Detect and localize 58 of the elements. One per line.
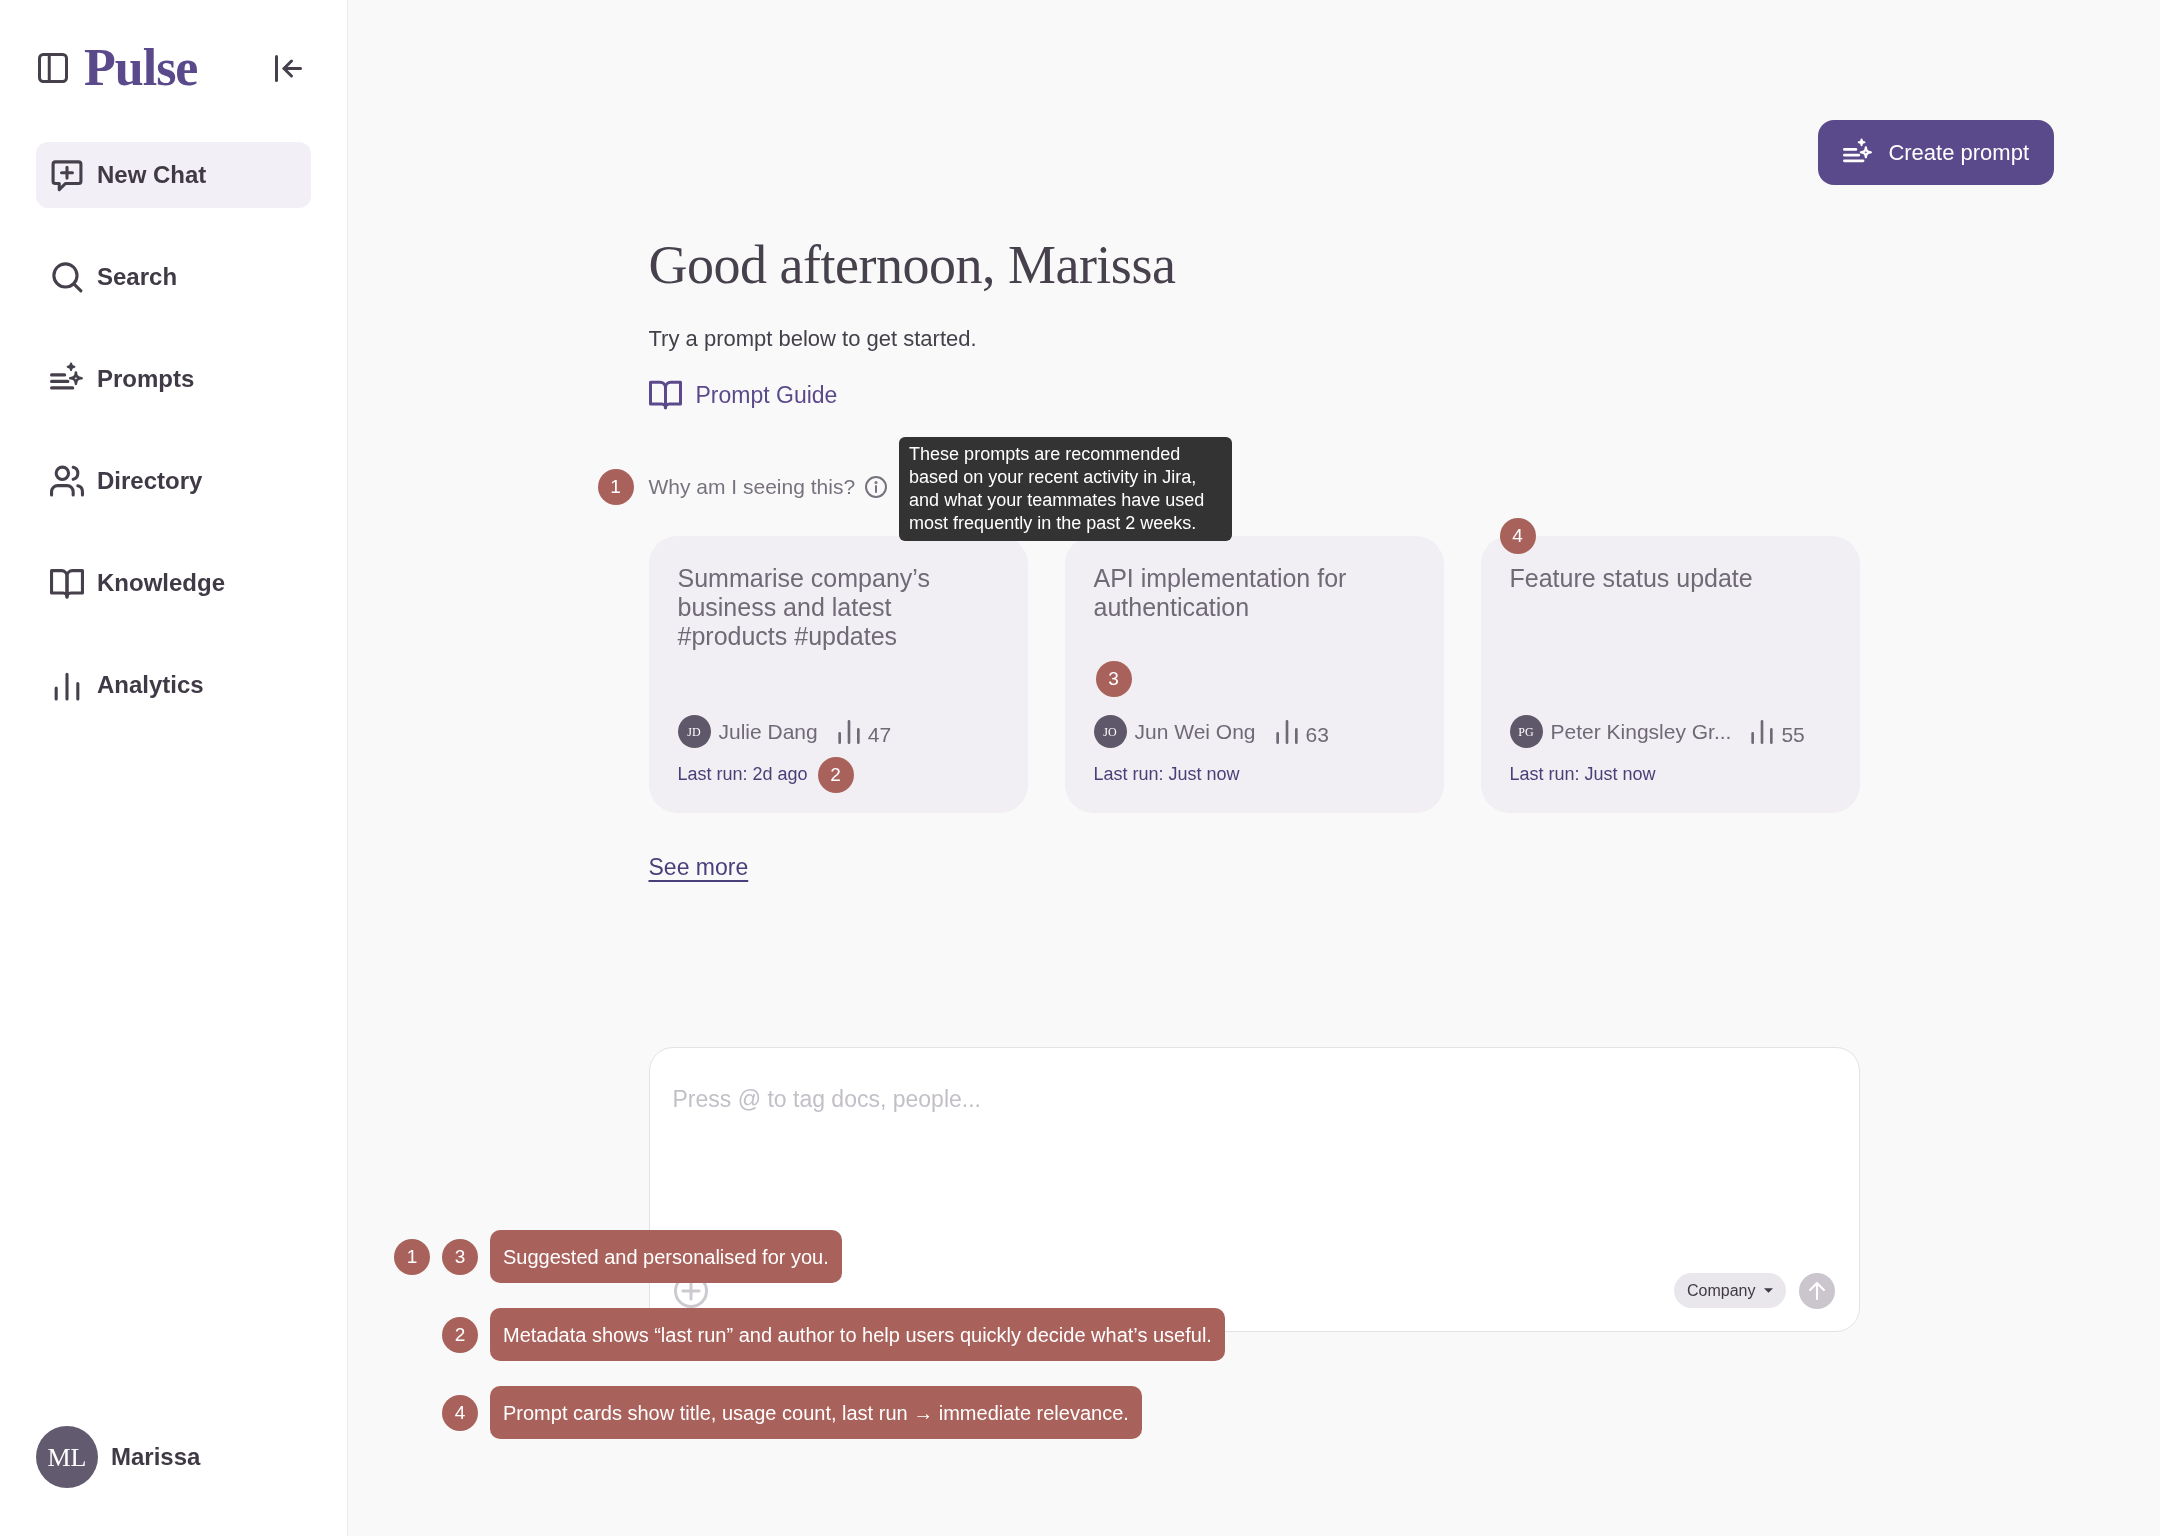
annotation-tooltip: Prompt cards show title, usage count, last run → immediate relevance. — [490, 1386, 1142, 1439]
sidebar-toggle-icon — [38, 53, 68, 83]
sidebar-nav-item[interactable]: New Chat — [36, 142, 311, 208]
annotation-marker: 3 — [442, 1238, 478, 1275]
annotation-marker: 3 — [1095, 660, 1132, 697]
book-icon — [50, 566, 84, 600]
prompt-card[interactable]: Summarise company’s business and latest #products #updates JD Julie Dang 47 Last run: 2d ago 2 — [648, 535, 1028, 813]
sidebar-nav-item[interactable]: Search — [36, 244, 311, 310]
annotation-marker: 1 — [597, 468, 634, 505]
usage-count: 47 — [867, 721, 892, 748]
annotation-marker: 2 — [442, 1316, 478, 1353]
card-title: Summarise company’s business and latest #products #updates — [677, 563, 931, 651]
annotation-tooltip: Metadata shows “last run” and author to help users quickly decide what’s useful. — [490, 1308, 1225, 1361]
caret-icon — [1763, 1288, 1773, 1293]
author-avatar: PG — [1509, 715, 1543, 748]
create-prompt-button[interactable]: Create prompt — [1818, 120, 2054, 185]
sidebar-nav-item[interactable]: Prompts — [36, 346, 311, 412]
last-run-text: Last run: Just now — [1093, 763, 1240, 786]
author-avatar: JO — [1093, 715, 1127, 748]
sidebar-nav-item[interactable]: Directory — [36, 448, 311, 514]
logo: Pulse — [84, 42, 198, 94]
arrow-up-icon — [1807, 1281, 1826, 1300]
see-more-link[interactable]: See more — [648, 850, 749, 883]
annotation-marker: 1 — [394, 1238, 430, 1275]
search-icon — [50, 260, 84, 294]
card-title: API implementation for authentication — [1093, 563, 1348, 622]
author-avatar: JD — [677, 715, 711, 748]
tooltip: These prompts are recommended based on your recent activity in Jira, and what your teammates have used most frequently in the past 2 weeks. — [899, 436, 1233, 541]
user-avatar: ML — [36, 1426, 98, 1488]
prompt-card[interactable]: API implementation for authentication JO Jun Wei Ong 63 Last run: Just now 3 — [1064, 535, 1444, 813]
greeting-heading: Good afternoon, Marissa — [648, 235, 1176, 295]
annotation-marker: 2 — [817, 756, 854, 793]
author-name: Peter Kingsley Gr... — [1550, 718, 1732, 745]
collapse-sidebar-icon[interactable] — [275, 54, 302, 82]
greeting-subtitle: Try a prompt below to get started. — [648, 325, 977, 353]
sidebar-nav-item[interactable]: Analytics — [36, 652, 311, 718]
annotation-tooltip: Suggested and personalised for you. — [490, 1230, 842, 1283]
people-icon — [50, 464, 84, 498]
chat-plus-icon — [50, 158, 84, 192]
prompt-guide-link[interactable]: Prompt Guide — [648, 378, 838, 413]
bar-chart-icon — [1275, 719, 1298, 744]
card-title: Feature status update — [1509, 563, 1754, 593]
last-run-text: Last run: 2d ago — [677, 763, 808, 786]
author-name: Jun Wei Ong — [1134, 718, 1256, 745]
author-name: Julie Dang — [718, 718, 818, 745]
annotation-marker: 4 — [442, 1394, 478, 1431]
book-icon — [648, 380, 682, 411]
why-link[interactable]: Why am I seeing this? — [648, 470, 856, 503]
usage-count: 63 — [1305, 721, 1329, 748]
usage-count: 55 — [1781, 721, 1805, 748]
scope-dropdown[interactable]: Company — [1674, 1273, 1786, 1308]
user-name: Marissa — [111, 1442, 201, 1472]
bar-chart-icon — [837, 719, 860, 744]
last-run-text: Last run: Just now — [1509, 763, 1656, 786]
bar-chart-icon — [1751, 719, 1774, 744]
annotation-marker: 4 — [1499, 517, 1536, 554]
info-icon — [865, 475, 888, 498]
sidebar-nav-item[interactable]: Knowledge — [36, 550, 311, 616]
